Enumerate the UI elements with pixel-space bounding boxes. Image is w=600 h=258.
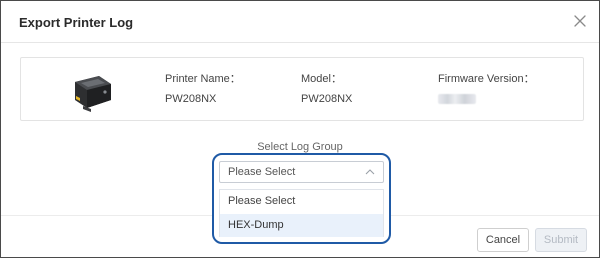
printer-info-card: Printer Name： PW208NX Model： PW208NX Fir… [20,57,584,121]
model-value: PW208NX [301,93,353,105]
chevron-up-icon [365,169,375,175]
printer-name-label: Printer Name： [165,73,241,85]
option-hex-dump[interactable]: HEX-Dump [220,214,383,237]
log-group-options-menu: Please Select HEX-Dump [219,189,384,237]
select-log-group-label: Select Log Group [257,141,343,153]
submit-button[interactable]: Submit [535,228,587,252]
firmware-group: Firmware Version： [438,70,535,107]
firmware-version-value-redacted [438,94,476,104]
cancel-button[interactable]: Cancel [477,228,529,252]
option-please-select[interactable]: Please Select [220,190,383,213]
dialog-title: Export Printer Log [19,15,134,30]
close-icon[interactable] [571,12,589,30]
printer-name-value: PW208NX [165,93,217,105]
log-group-select[interactable]: Please Select [219,161,384,183]
model-group: Model： PW208NX [301,70,352,107]
model-label: Model： [301,73,342,85]
log-group-dropdown-highlight: Please Select Please Select HEX-Dump [212,153,391,244]
printer-icon [75,76,111,112]
firmware-version-label: Firmware Version： [438,73,535,85]
dialog-header: Export Printer Log [1,1,599,43]
log-group-selected-value: Please Select [228,166,296,178]
printer-name-group: Printer Name： PW208NX [165,70,241,107]
export-printer-log-dialog: Export Printer Log Printer Name： PW208NX… [0,0,600,258]
